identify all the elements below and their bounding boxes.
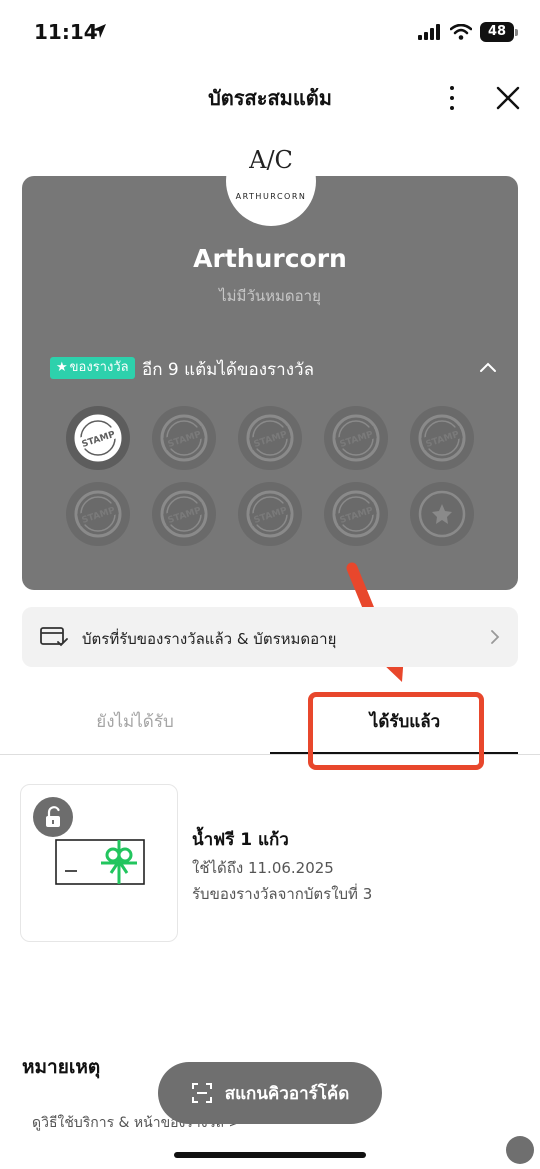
reward-progress-text: อีก 9 แต้มได้ของรางวัล [142,360,314,380]
expiry-text: ไม่มีวันหมดอายุ [219,287,321,305]
stamp-empty: STAMP [324,406,388,470]
stamp-empty: STAMP [324,482,388,546]
reward-source: รับของรางวัลจากบัตรใบที่ 3 [192,885,373,903]
status-bar: 11:14 48 [0,0,540,68]
scan-qr-button[interactable]: สแกนคิวอาร์โค้ด [158,1062,382,1124]
close-icon[interactable] [492,82,524,114]
battery-indicator: 48 [480,22,518,42]
claimed-expired-cards-link[interactable]: บัตรที่รับของรางวัลแล้ว & บัตรหมดอายุ [22,607,518,667]
signal-icon [418,24,440,40]
stamp-empty: STAMP [152,406,216,470]
stamp-reward-slot [410,482,474,546]
status-indicators: 48 [418,22,518,42]
stamp-empty: STAMP [152,482,216,546]
stamp-card-screen: 11:14 48 บัตรสะสมแต้ม A/C ARTHURCORN Art… [0,0,540,1169]
stamp-empty: STAMP [238,406,302,470]
chevron-right-icon [491,630,500,644]
more-options-button[interactable] [438,80,466,116]
header: บัตรสะสมแต้ม [0,72,540,124]
status-time: 11:14 [34,20,98,44]
scan-icon [191,1083,212,1103]
tab-not-received[interactable]: ยังไม่ได้รับ [0,690,270,754]
annotation-highlight-box [308,692,484,770]
scan-button-label: สแกนคิวอาร์โค้ด [224,1083,350,1104]
unlock-icon [46,806,60,827]
stamp-collected: STAMP [66,406,130,470]
logo-text: ARTHURCORN [235,192,307,201]
logo-mark: A/C [249,146,293,174]
location-arrow-icon [92,24,106,38]
stamp-empty: STAMP [66,482,130,546]
stamp-empty: STAMP [238,482,302,546]
star-icon: ★ [56,360,68,375]
chevron-up-icon[interactable] [478,360,498,374]
home-indicator [174,1152,366,1158]
reward-title: น้ำฟรี 1 แก้ว [192,830,289,850]
reward-badge-label: ของรางวัล [69,360,129,375]
reward-badge: ★ ของรางวัล [50,357,135,379]
reward-valid-until: ใช้ได้ถึง 11.06.2025 [192,859,334,877]
wifi-icon [450,24,472,40]
screen-scan-icon[interactable] [506,1136,534,1164]
card-check-icon [40,627,68,647]
notes-title: หมายเหตุ [22,1056,101,1078]
history-label: บัตรที่รับของรางวัลแล้ว & บัตรหมดอายุ [82,630,337,648]
brand-name: Arthurcorn [193,244,347,273]
stamp-empty: STAMP [410,406,474,470]
reward-item[interactable]: น้ำฟรี 1 แก้ว ใช้ได้ถึง 11.06.2025 รับขอ… [20,784,520,944]
unlock-badge [33,797,73,837]
gift-voucher-icon [55,839,145,885]
brand-logo: A/C ARTHURCORN [226,136,316,226]
reward-thumbnail [20,784,178,942]
